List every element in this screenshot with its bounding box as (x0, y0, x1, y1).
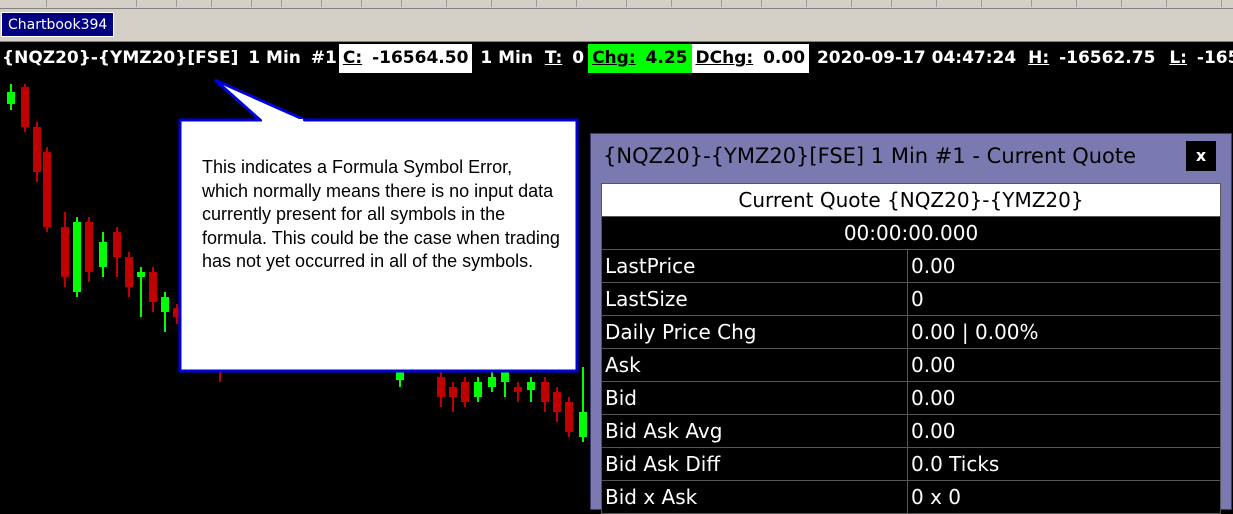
quote-row-value: 0.00 (907, 381, 1221, 415)
header-high-value: -16562.75 (1059, 48, 1156, 68)
quote-row-value: 0.00 (907, 348, 1221, 382)
quote-row-label: LastSize (601, 282, 908, 316)
quote-row: Bid 0.00 (601, 381, 1221, 415)
toolbar-divider (1165, 0, 1167, 7)
header-chg-value: 4.25 (645, 48, 688, 68)
quote-row: Ask 0.00 (601, 348, 1221, 382)
candle (474, 377, 482, 402)
quote-row-value: 0.00 (907, 249, 1221, 283)
current-quote-window[interactable]: {NQZ20}-{YMZ20}[FSE] 1 Min #1 - Current … (590, 133, 1232, 514)
candle (541, 377, 549, 412)
toolbar-divider (890, 0, 892, 7)
close-button[interactable]: x (1186, 141, 1216, 171)
header-high-label: H: (1028, 48, 1050, 68)
quote-row-label: Ask (601, 348, 908, 382)
candle (449, 382, 457, 412)
candle (461, 377, 469, 407)
header-high: H: -16562.75 (1024, 44, 1159, 73)
callout-text: This indicates a Formula Symbol Error, w… (202, 157, 560, 271)
quote-row: Bid x Ask 0 x 0 (601, 480, 1221, 514)
quote-row-value: 0 x 0 (907, 480, 1221, 514)
quote-row-value: 0 (907, 282, 1221, 316)
quote-row: LastPrice 0.00 (601, 249, 1221, 283)
header-low-value: -16566.00 (1196, 48, 1233, 68)
toolbar-divider (850, 0, 852, 7)
quote-row-label: Bid x Ask (601, 480, 908, 514)
quote-table: Current Quote {NQZ20}-{YMZ20} 00:00:00.0… (601, 183, 1221, 514)
quote-header: Current Quote {NQZ20}-{YMZ20} (601, 183, 1221, 217)
header-dchg: DChg: 0.00 (691, 44, 810, 73)
quote-window-title[interactable]: {NQZ20}-{YMZ20}[FSE] 1 Min #1 - Current … (603, 144, 1136, 168)
toolbar-divider (805, 0, 807, 7)
quote-row-value: 0.0 Ticks (907, 447, 1221, 481)
header-datetime: 2020-09-17 04:47:24 (816, 48, 1017, 68)
quote-row: Bid Ask Diff 0.0 Ticks (601, 447, 1221, 481)
header-low: L: -16566.00 (1165, 44, 1233, 73)
header-chg: Chg: 4.25 (588, 44, 692, 73)
toolbar-divider (935, 0, 937, 7)
quote-row: LastSize 0 (601, 282, 1221, 316)
candle (527, 377, 535, 402)
toolbar-divider (670, 0, 672, 7)
toolbar-divider (980, 0, 982, 7)
quote-row: Bid Ask Avg 0.00 (601, 414, 1221, 448)
toolbar-divider (1220, 0, 1222, 7)
header-dchg-value: 0.00 (763, 48, 806, 68)
quote-row-label: Bid Ask Avg (601, 414, 908, 448)
toolbar-divider (1120, 0, 1122, 7)
quote-time: 00:00:00.000 (601, 216, 1221, 250)
toolbar-divider (1075, 0, 1077, 7)
quote-row-value: 0.00 (907, 414, 1221, 448)
toolbar-divider (625, 0, 627, 7)
quote-row: Daily Price Chg 0.00 | 0.00% (601, 315, 1221, 349)
quote-row-value: 0.00 | 0.00% (907, 315, 1221, 349)
toolbar-divider (760, 0, 762, 7)
toolbar-divider (720, 0, 722, 7)
toolbar-divider (1030, 0, 1032, 7)
candle (565, 397, 573, 437)
quote-row-label: Bid Ask Diff (601, 447, 908, 481)
candle (553, 387, 561, 422)
header-low-label: L: (1169, 48, 1187, 68)
quote-row-label: LastPrice (601, 249, 908, 283)
quote-row-label: Bid (601, 381, 908, 415)
candle (514, 382, 522, 402)
quote-row-label: Daily Price Chg (601, 315, 908, 349)
header-dchg-label: DChg: (695, 48, 754, 68)
